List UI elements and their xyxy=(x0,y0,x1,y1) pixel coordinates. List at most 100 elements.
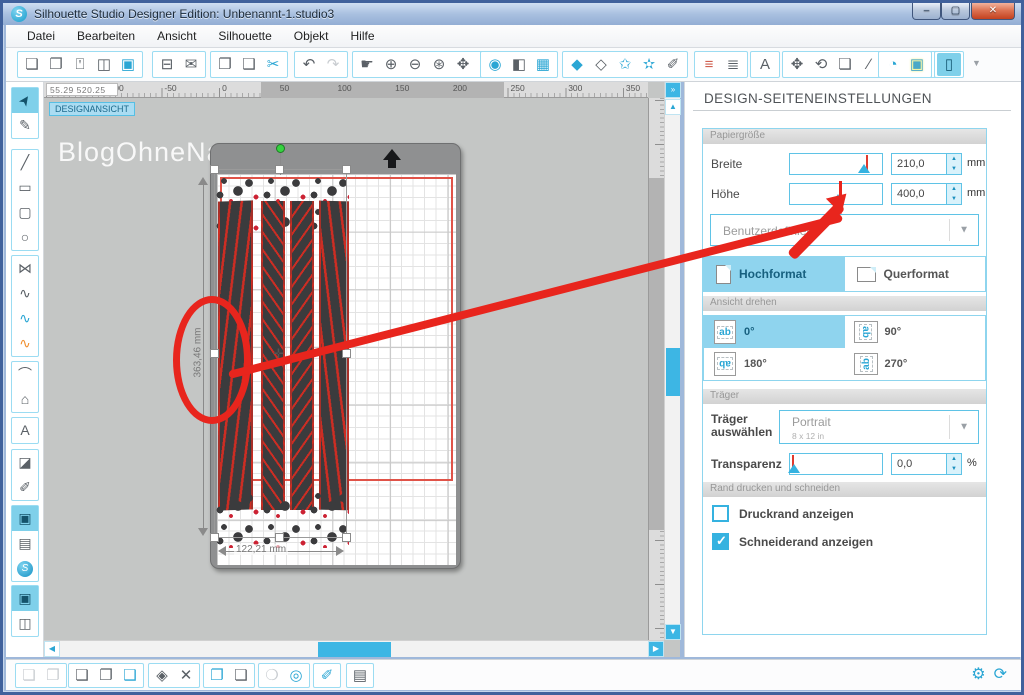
title-bar[interactable]: S Silhouette Studio Designer Edition: Un… xyxy=(3,3,1021,25)
open-icon[interactable]: ❐ xyxy=(44,53,68,76)
landscape-option[interactable]: Querformat xyxy=(845,257,986,291)
selection-handle[interactable] xyxy=(342,349,351,358)
paste-icon[interactable]: ❑ xyxy=(237,53,261,76)
panel-expand-button[interactable]: » xyxy=(665,82,681,98)
modify-weld-icon[interactable]: ▣ xyxy=(905,53,929,76)
copy-icon[interactable]: ❐ xyxy=(213,53,237,76)
rotate-icon[interactable]: ⟲ xyxy=(809,53,833,76)
scroll-right-button[interactable]: ▶ xyxy=(648,641,664,657)
close-button[interactable]: ✕ xyxy=(971,3,1015,20)
mat-select-dropdown[interactable]: Portrait 8 x 12 in ▼ xyxy=(779,410,979,444)
star-outline-icon[interactable]: ✩ xyxy=(613,53,637,76)
redo-icon[interactable]: ↷ xyxy=(321,53,345,76)
store-panel-icon[interactable]: S xyxy=(12,556,38,581)
portrait-option[interactable]: Hochformat xyxy=(704,257,845,291)
smooth-freehand-tool-icon[interactable]: ∿ xyxy=(12,331,38,356)
new-document-icon[interactable]: ❏ xyxy=(20,53,44,76)
selection-handle[interactable] xyxy=(275,165,284,174)
menu-item[interactable]: Silhouette xyxy=(207,26,282,46)
shape-solid-icon[interactable]: ◆ xyxy=(565,53,589,76)
width-slider-handle[interactable] xyxy=(858,164,870,173)
bring-forward-icon[interactable]: ❐ xyxy=(205,664,229,687)
selection-handle[interactable] xyxy=(275,533,284,542)
horizontal-scrollbar[interactable]: ◀ ▶ xyxy=(44,640,664,657)
transparency-slider[interactable] xyxy=(789,453,883,475)
duplicate-left-icon[interactable]: ❏ xyxy=(70,664,94,687)
transparency-value-input[interactable]: 0,0 xyxy=(891,453,947,475)
save-to-library-icon[interactable]: ▣ xyxy=(116,53,140,76)
print-border-checkbox[interactable] xyxy=(712,505,729,522)
minimize-button[interactable]: – xyxy=(912,3,941,20)
open-mat-icon[interactable]: ⍞ xyxy=(68,53,92,76)
ellipse-tool-icon[interactable]: ○ xyxy=(12,225,38,250)
transparency-slider-handle[interactable] xyxy=(788,464,800,473)
text-tool-icon[interactable]: A xyxy=(12,418,38,443)
pan-tool-icon[interactable]: ☛ xyxy=(355,53,379,76)
height-value-input[interactable]: 400,0 xyxy=(891,183,947,205)
rotate-90-option[interactable]: ab 90° xyxy=(845,316,986,348)
vertical-scroll-thumb[interactable] xyxy=(666,348,680,396)
library-panel-icon[interactable]: ▤ xyxy=(12,531,38,556)
width-value-input[interactable]: 210,0 xyxy=(891,153,947,175)
select-tool-icon[interactable]: ➤ xyxy=(12,88,38,113)
split-view-icon[interactable]: ◫ xyxy=(12,611,38,636)
horizontal-scroll-thumb[interactable] xyxy=(318,642,391,657)
delete-icon[interactable]: ✕ xyxy=(174,664,198,687)
cut-icon[interactable]: ✂ xyxy=(261,53,285,76)
cut-border-checkbox[interactable] xyxy=(712,533,729,550)
scroll-up-button[interactable]: ▲ xyxy=(665,99,681,115)
shape-options-icon[interactable]: ❍ xyxy=(260,664,284,687)
selection-handle[interactable] xyxy=(342,533,351,542)
zoom-selection-icon[interactable]: ⊛ xyxy=(427,53,451,76)
arc-tool-icon[interactable]: ⌒ xyxy=(12,362,38,387)
line-color-icon[interactable]: ≡ xyxy=(697,53,721,76)
star-select-icon[interactable]: ✫ xyxy=(637,53,661,76)
freehand-tool-icon[interactable]: ∿ xyxy=(12,306,38,331)
line-style-icon[interactable]: ≣ xyxy=(721,53,745,76)
ungroup-icon[interactable]: ❐ xyxy=(41,664,65,687)
page-settings-icon[interactable]: ▯ xyxy=(937,53,961,76)
rounded-rectangle-tool-icon[interactable]: ▢ xyxy=(12,200,38,225)
print-icon[interactable]: ⊟ xyxy=(155,53,179,76)
scroll-left-button[interactable]: ◀ xyxy=(44,641,60,657)
move-icon[interactable]: ✥ xyxy=(785,53,809,76)
rectangle-tool-icon[interactable]: ▭ xyxy=(12,175,38,200)
selection-handle[interactable] xyxy=(210,165,219,174)
menu-item[interactable]: Ansicht xyxy=(146,26,207,46)
transparency-spinner[interactable]: ▲▼ xyxy=(947,453,962,475)
shape-draw-icon[interactable]: ✐ xyxy=(661,53,685,76)
width-slider[interactable] xyxy=(789,153,883,175)
send-to-back-icon[interactable]: ◔ xyxy=(881,53,905,76)
polygon-tool-icon[interactable]: ⋈ xyxy=(12,256,38,281)
settings-gear-icon[interactable]: ⚙ xyxy=(971,664,985,684)
sync-icon[interactable]: ⟳ xyxy=(994,664,1007,684)
curve-tool-icon[interactable]: ∿ xyxy=(12,281,38,306)
line-tool-icon[interactable]: ╱ xyxy=(12,150,38,175)
menu-item[interactable]: Hilfe xyxy=(339,26,385,46)
scale-icon[interactable]: ❏ xyxy=(833,53,857,76)
scroll-down-button[interactable]: ▼ xyxy=(665,624,681,640)
shape-outline-icon[interactable]: ◇ xyxy=(589,53,613,76)
rotate-270-option[interactable]: ab 270° xyxy=(845,348,986,380)
rotate-180-option[interactable]: ab 180° xyxy=(704,348,845,380)
fill-color-icon[interactable]: ◉ xyxy=(483,53,507,76)
toolbar-overflow-caret[interactable]: ▼ xyxy=(968,58,985,68)
selection-handle[interactable] xyxy=(210,533,219,542)
mirror-copy-icon[interactable]: ❑ xyxy=(118,664,142,687)
design-canvas[interactable]: -150-100-50050100150200250300350 55.29 5… xyxy=(44,82,680,657)
fill-picker-icon[interactable]: ✐ xyxy=(315,664,339,687)
regular-polygon-tool-icon[interactable]: ⌂ xyxy=(12,387,38,412)
edit-points-tool-icon[interactable]: ✎ xyxy=(12,113,38,138)
selection-handle[interactable] xyxy=(342,165,351,174)
rotate-0-option[interactable]: ab 0° xyxy=(704,316,845,348)
text-style-icon[interactable]: A xyxy=(753,53,777,76)
registration-marks-icon[interactable]: ◎ xyxy=(284,664,308,687)
design-page-panel-icon[interactable]: ▣ xyxy=(12,506,38,531)
width-spinner[interactable]: ▲▼ xyxy=(947,153,962,175)
group-icon[interactable]: ❏ xyxy=(17,664,41,687)
pan-zoom-icon[interactable]: ✥ xyxy=(451,53,475,76)
origin-dot[interactable] xyxy=(276,144,285,153)
height-spinner[interactable]: ▲▼ xyxy=(947,183,962,205)
undo-icon[interactable]: ↶ xyxy=(297,53,321,76)
menu-item[interactable]: Datei xyxy=(16,26,66,46)
